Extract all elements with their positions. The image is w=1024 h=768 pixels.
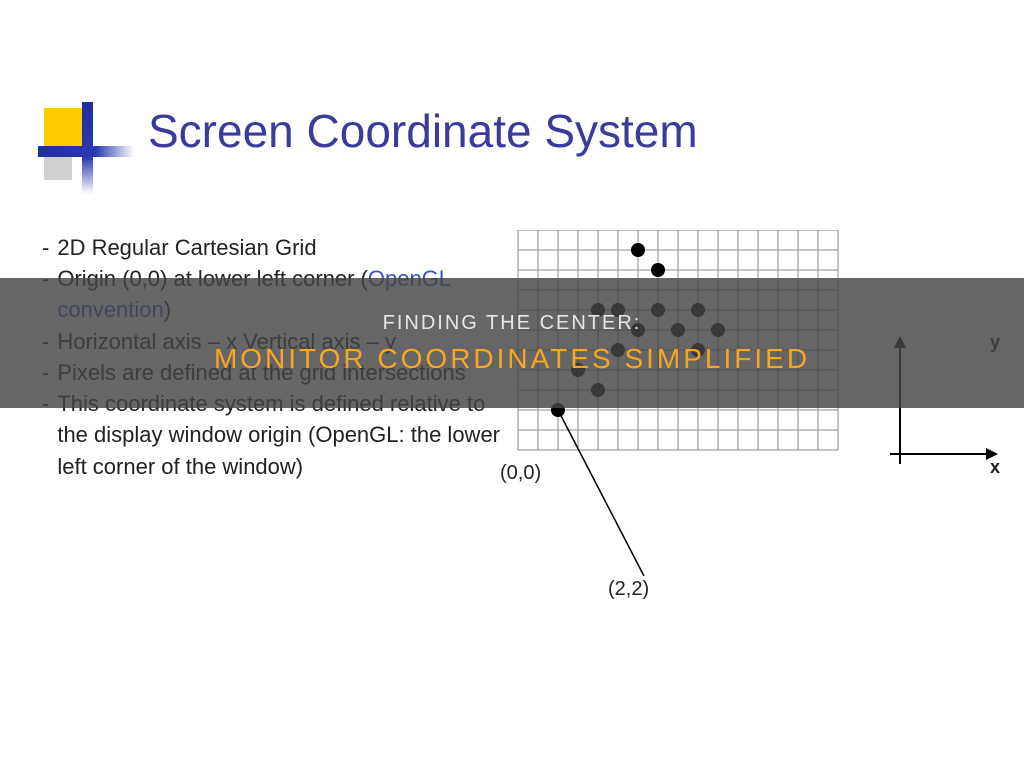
overlay-banner: FINDING THE CENTER: MONITOR COORDINATES … [0, 278, 1024, 408]
logo-square-grey [44, 156, 72, 180]
axis-x-label: x [990, 457, 1000, 478]
bullet-item: - 2D Regular Cartesian Grid [42, 232, 502, 263]
logo-square-yellow [44, 108, 82, 146]
slide-title: Screen Coordinate System [148, 104, 698, 158]
overlay-subtitle: FINDING THE CENTER: [383, 312, 642, 335]
overlay-title: MONITOR COORDINATES SIMPLIFIED [214, 343, 810, 375]
logo-bar-horizontal [38, 146, 134, 157]
coord-label-point: (2,2) [608, 578, 649, 601]
bullet-text: 2D Regular Cartesian Grid [57, 232, 502, 263]
bullet-dash: - [42, 232, 49, 263]
coord-label-origin: (0,0) [500, 462, 541, 485]
slide-logo [44, 108, 134, 198]
